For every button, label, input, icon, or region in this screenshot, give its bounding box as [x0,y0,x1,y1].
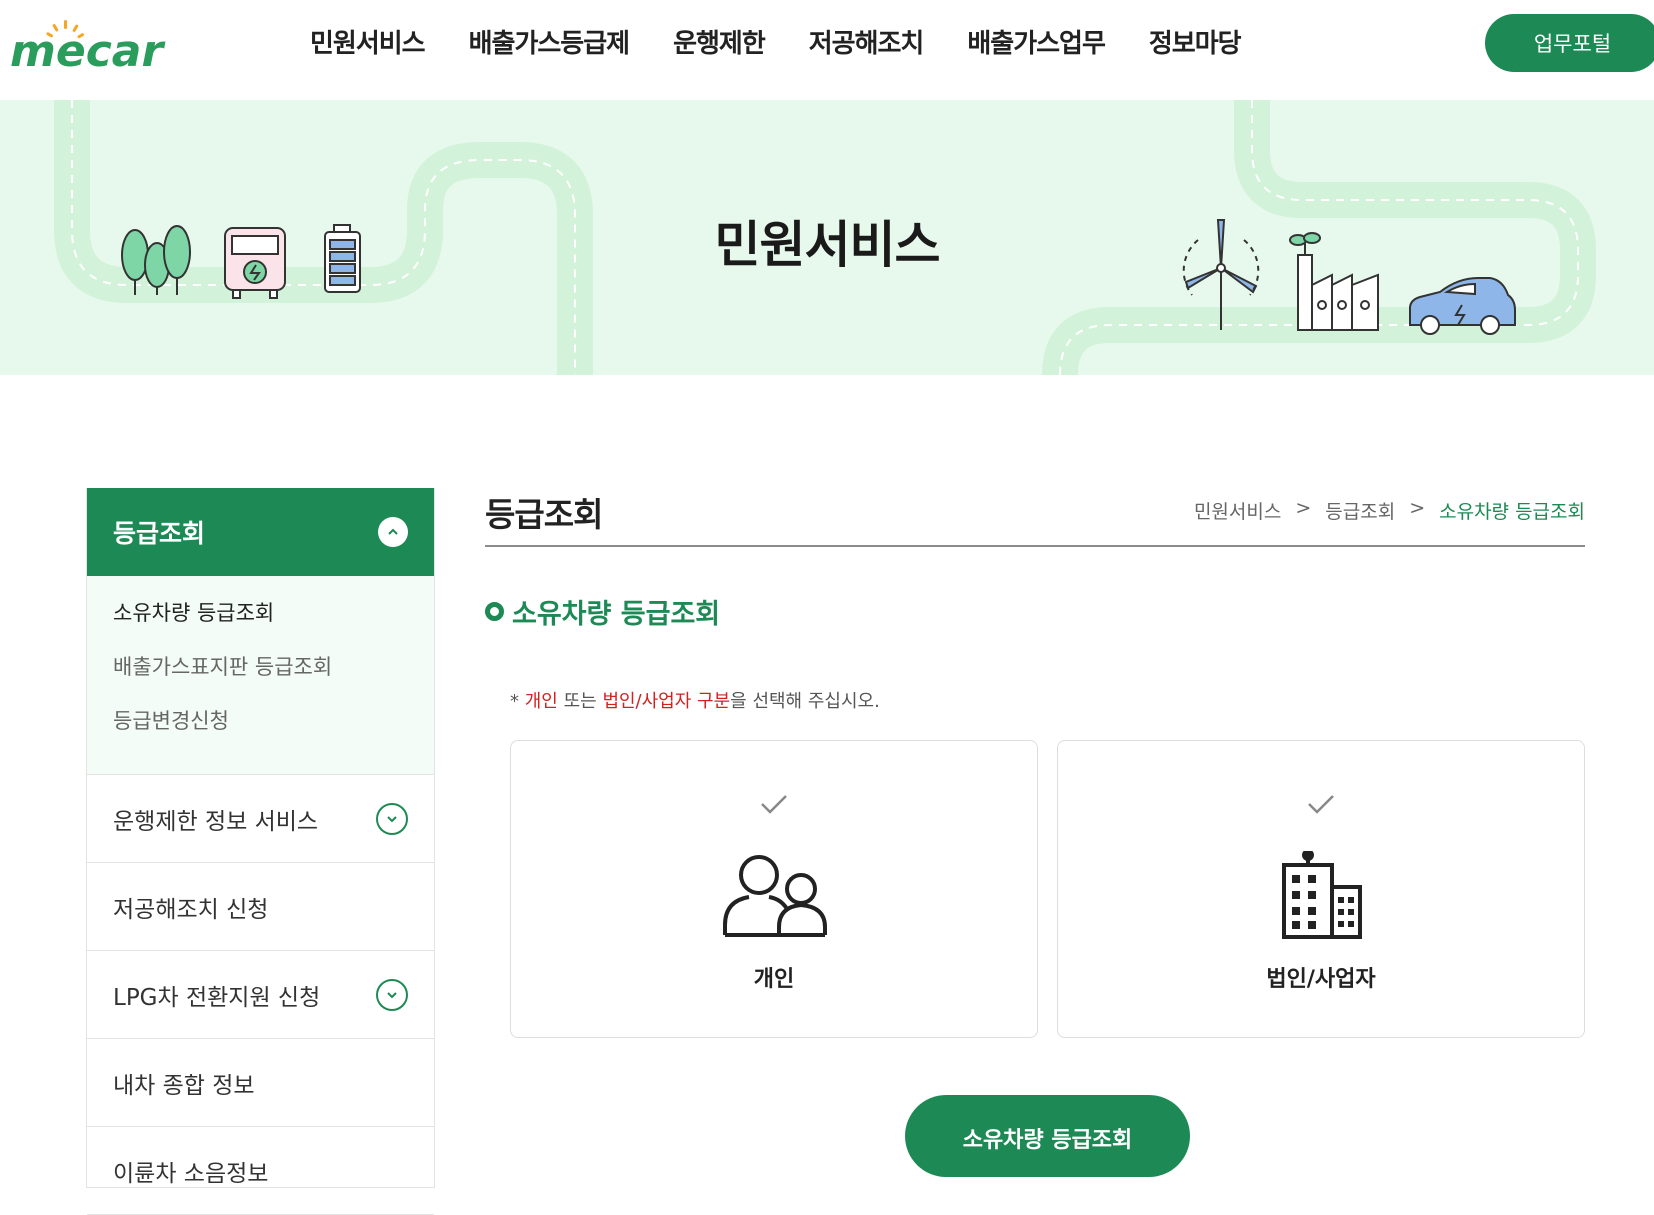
banner-title: 민원서비스 [714,216,941,274]
section-title-text: 소유차량 등급조회 [512,599,721,630]
sidebar-item-my-car-info[interactable]: 내차 종합 정보 [87,1039,434,1127]
bullet-ring-icon [485,602,504,621]
breadcrumb-separator: > [1409,497,1426,519]
sidebar-head-label: 등급조회 [113,519,206,548]
sidebar-submenu: 소유차량 등급조회 배출가스표지판 등급조회 등급변경신청 [87,576,434,775]
title-divider [485,545,1585,547]
sidebar-item-label: LPG차 전환지원 신청 [113,984,321,1011]
sidebar-item-motorcycle-noise[interactable]: 이륜차 소음정보 [87,1127,434,1215]
check-icon [761,795,787,814]
sidebar-sub-owned-vehicle[interactable]: 소유차량 등급조회 [113,598,434,652]
sidebar-item-label: 운행제한 정보 서비스 [113,808,319,835]
sidebar: 등급조회 소유차량 등급조회 배출가스표지판 등급조회 등급변경신청 운행제한 … [86,488,435,1215]
nav-info[interactable]: 정보마당 [1149,24,1242,64]
site-header: mecar 민원서비스 배출가스등급제 운행제한 저공해조치 배출가스업무 정보… [0,0,1654,100]
check-icon [1308,795,1334,814]
sidebar-sub-emission-sign[interactable]: 배출가스표지판 등급조회 [113,652,434,706]
card-label: 법인/사업자 [1266,967,1376,992]
nav-emission-grade[interactable]: 배출가스등급제 [469,24,630,64]
business-option-card[interactable]: 법인/사업자 [1057,740,1585,1038]
sidebar-item-lpg-conversion[interactable]: LPG차 전환지원 신청 [87,951,434,1039]
logo-text: mecar [10,26,165,77]
building-icon [1282,851,1362,939]
sidebar-sub-grade-change[interactable]: 등급변경신청 [113,706,434,760]
breadcrumb-item[interactable]: 민원서비스 [1194,497,1281,524]
electric-car-icon [1409,277,1516,335]
main-nav: 민원서비스 배출가스등급제 운행제한 저공해조치 배출가스업무 정보마당 [310,24,1285,64]
page-title: 등급조회 [485,495,603,534]
nav-operation-limit[interactable]: 운행제한 [673,24,766,64]
mecar-logo[interactable]: mecar [10,18,195,78]
selection-notice: * 개인 또는 법인/사업자 구분을 선택해 주십시오. [510,691,880,712]
owned-vehicle-grade-lookup-button[interactable]: 소유차량 등급조회 [905,1095,1190,1177]
nav-civil-service[interactable]: 민원서비스 [310,24,426,64]
sidebar-item-label: 내차 종합 정보 [113,1072,255,1099]
breadcrumb-current: 소유차량 등급조회 [1439,501,1585,523]
sidebar-item-label: 이륜차 소음정보 [113,1160,269,1187]
nav-emission-work[interactable]: 배출가스업무 [967,24,1106,64]
page-banner: 민원서비스 [0,100,1654,375]
work-portal-button[interactable]: 업무포털 [1485,14,1654,72]
individual-option-card[interactable]: 개인 [510,740,1038,1038]
people-icon [723,855,827,937]
breadcrumb-separator: > [1295,497,1312,519]
sidebar-item-low-emission[interactable]: 저공해조치 신청 [87,863,434,951]
sidebar-item-operation-limit[interactable]: 운행제한 정보 서비스 [87,775,434,863]
sidebar-head-grade-lookup[interactable]: 등급조회 [87,488,434,576]
chevron-down-icon[interactable] [376,979,408,1011]
breadcrumb: 민원서비스 > 등급조회 > 소유차량 등급조회 [1194,497,1585,524]
card-label: 개인 [753,967,795,992]
sidebar-item-label: 저공해조치 신청 [113,896,269,923]
chevron-up-icon[interactable] [378,517,408,547]
breadcrumb-item[interactable]: 등급조회 [1325,497,1395,524]
chevron-down-icon[interactable] [376,803,408,835]
section-title: 소유차량 등급조회 [485,592,720,631]
nav-low-emission[interactable]: 저공해조치 [809,24,925,64]
